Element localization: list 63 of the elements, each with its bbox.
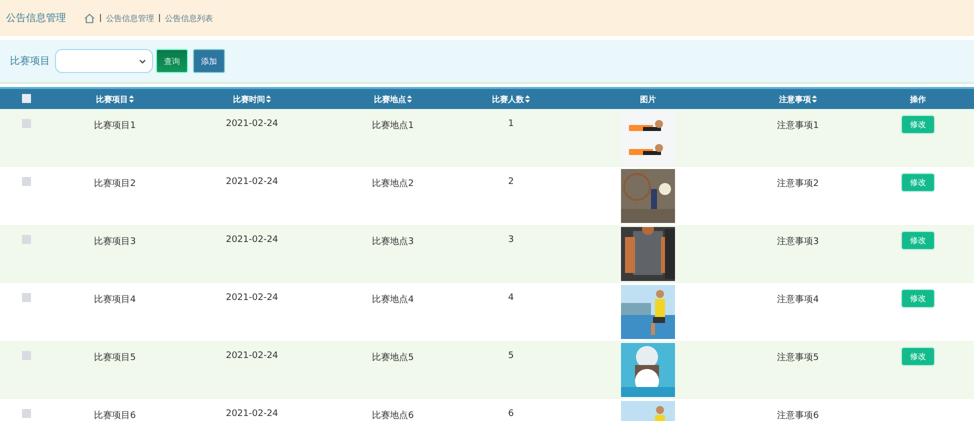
sort-icon [525, 95, 530, 103]
table-cell: 2 [508, 177, 514, 187]
edit-button[interactable]: 修改 [901, 115, 935, 134]
edit-button[interactable]: 修改 [901, 289, 935, 308]
sort-icon [266, 95, 271, 103]
column-header[interactable]: 比赛项目 [96, 94, 134, 104]
select-all-checkbox[interactable] [22, 94, 30, 102]
table-cell-text: 比赛项目2 [94, 178, 136, 190]
edit-button[interactable]: 修改 [901, 173, 935, 192]
add-button[interactable]: 添加 [193, 49, 225, 73]
table-cell-text: 比赛地点1 [372, 120, 414, 132]
row-checkbox[interactable] [22, 351, 30, 360]
table-cell: 2021-02-24 [226, 235, 278, 245]
table-cell: 2021-02-24 [226, 409, 278, 419]
filter-label: 比赛项目 [10, 54, 50, 68]
table-cell: 3 [508, 235, 514, 245]
chevron-down-icon [139, 58, 146, 64]
search-button[interactable]: 查询 [156, 49, 188, 73]
table-cell-text: 注意事项2 [777, 178, 819, 190]
table-cell-text: 比赛项目1 [94, 120, 136, 132]
row-checkbox[interactable] [22, 409, 30, 418]
home-icon[interactable] [84, 12, 95, 24]
edit-button[interactable]: 修改 [901, 347, 935, 366]
table-cell-text: 注意事项6 [777, 410, 819, 421]
table-cell-text: 注意事项1 [777, 120, 819, 132]
row-checkbox[interactable] [22, 293, 30, 302]
table-cell-text: 注意事项5 [777, 352, 819, 364]
breadcrumb-link[interactable]: 公告信息列表 [165, 12, 213, 24]
column-header[interactable]: 比赛时间 [233, 94, 271, 104]
row-checkbox[interactable] [22, 235, 30, 244]
table-cell-text: 比赛地点2 [372, 178, 414, 190]
page-title: 公告信息管理 [6, 12, 66, 25]
column-header: 图片 [640, 94, 656, 104]
sort-icon [407, 95, 412, 103]
table-cell: 2021-02-24 [226, 177, 278, 187]
table-cell-text: 比赛地点5 [372, 352, 414, 364]
table-cell: 2021-02-24 [226, 119, 278, 129]
table-cell-text: 比赛项目4 [94, 294, 136, 306]
table-cell-text: 比赛项目6 [94, 410, 136, 421]
sort-icon [129, 95, 134, 103]
row-checkbox[interactable] [22, 177, 30, 186]
edit-button[interactable]: 修改 [901, 231, 935, 250]
table-cell: 4 [508, 293, 514, 303]
table-cell-text: 注意事项4 [777, 294, 819, 306]
column-header: 操作 [910, 94, 926, 104]
column-header[interactable]: 注意事项 [779, 94, 817, 104]
row-checkbox[interactable] [22, 119, 30, 128]
table-cell: 5 [508, 351, 514, 361]
table-cell: 6 [508, 409, 514, 419]
table-cell-text: 比赛项目3 [94, 236, 136, 248]
table-cell-text: 比赛地点3 [372, 236, 414, 248]
column-header[interactable]: 比赛人数 [492, 94, 530, 104]
table-cell: 1 [508, 119, 514, 129]
sort-icon [812, 95, 817, 103]
table-cell-text: 比赛地点6 [372, 410, 414, 421]
table-cell: 2021-02-24 [226, 351, 278, 361]
column-header[interactable]: 比赛地点 [374, 94, 412, 104]
table-cell-text: 比赛地点4 [372, 294, 414, 306]
table-cell: 2021-02-24 [226, 293, 278, 303]
table-cell-text: 注意事项3 [777, 236, 819, 248]
project-select[interactable] [55, 49, 153, 73]
breadcrumb-link[interactable]: 公告信息管理 [106, 12, 154, 24]
table-cell-text: 比赛项目5 [94, 352, 136, 364]
